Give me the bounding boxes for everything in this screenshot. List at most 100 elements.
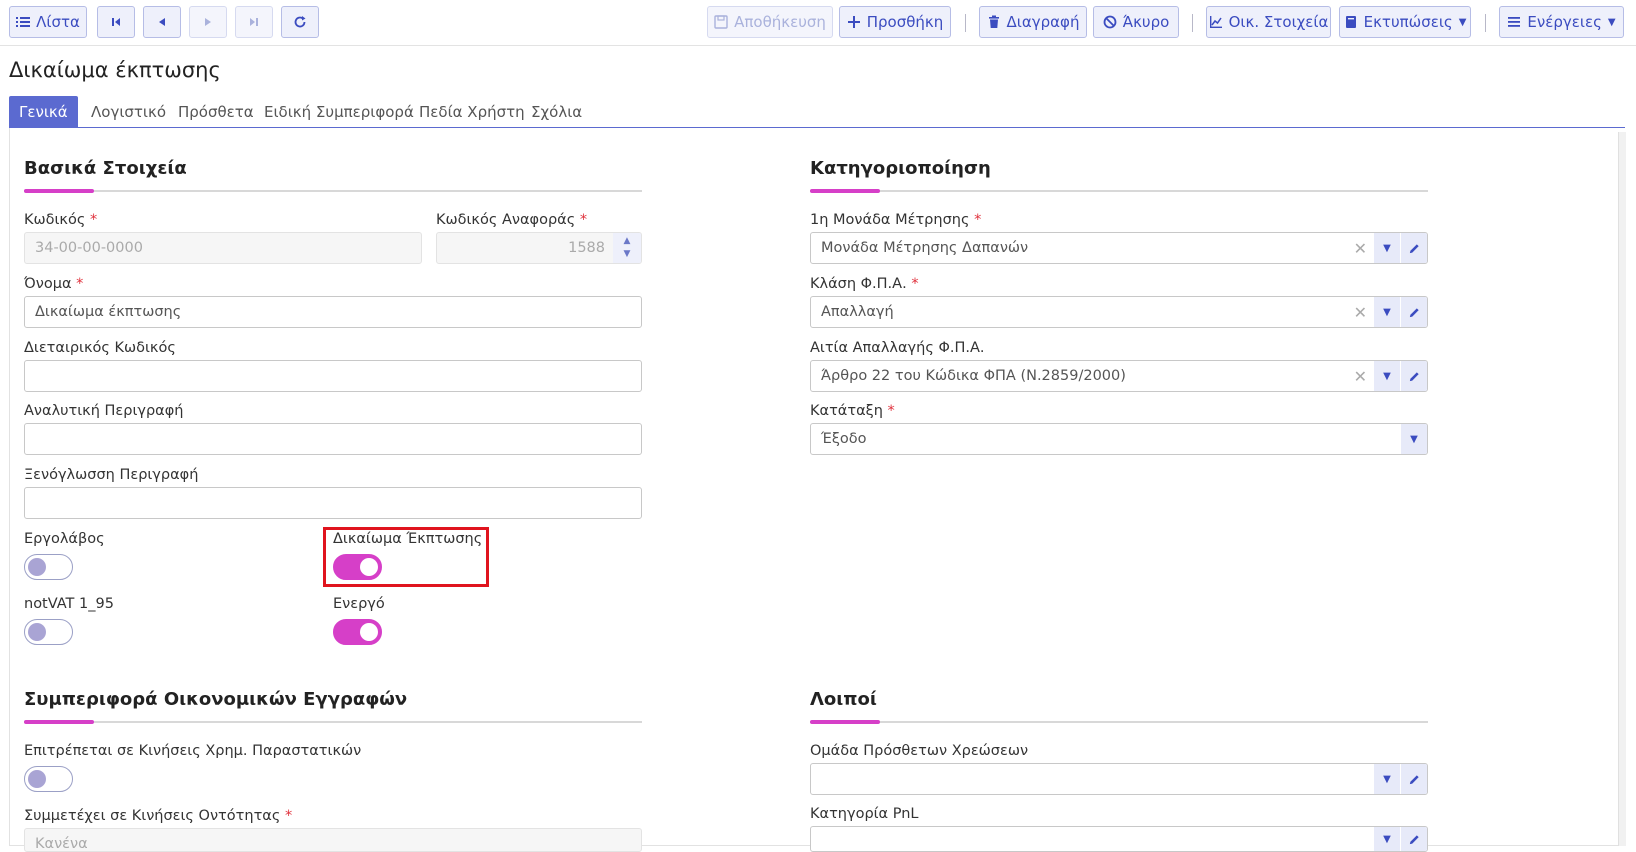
toolbar: Λίστα Αποθήκευση Προσθήκη Διαγραφή Άκυρο… [0,0,1636,46]
tab-comments[interactable]: Σχόλια [521,96,592,127]
category-select[interactable]: Έξοδο ▼ [810,423,1428,455]
dropdown-button[interactable]: ▼ [1374,361,1400,391]
contractor-label: Εργολάβος [24,531,105,547]
tab-user-fields[interactable]: Πεδία Χρήστη [409,96,535,127]
caret-down-icon: ▼ [1607,16,1616,28]
delete-button-label: Διαγραφή [1006,13,1080,31]
refresh-icon [294,16,306,28]
edit-button[interactable] [1401,233,1427,263]
edit-button[interactable] [1401,297,1427,327]
list-icon [16,17,31,27]
participates-value: Κανένα [35,836,88,852]
pencil-icon [1409,834,1419,844]
tab-general[interactable]: Γενικά [9,96,78,127]
add-button-label: Προσθήκη [866,13,944,31]
code-field[interactable]: 34-00-00-0000 [24,232,422,264]
cancel-button[interactable]: Άκυρο [1093,6,1179,38]
prints-dropdown[interactable]: Εκτυπώσεις ▼ [1339,6,1471,38]
section-title-behavior: Συμπεριφορά Οικονομικών Εγγραφών [24,689,408,710]
next-icon [205,18,211,26]
ref-code-label: Κωδικός Αναφοράς * [436,212,588,228]
financial-data-label: Οικ. Στοιχεία [1228,13,1329,31]
dropdown-button[interactable]: ▼ [1374,297,1400,327]
ref-code-value: 1588 [568,240,605,256]
vat-class-value: Απαλλαγή [821,304,894,320]
allowed-toggle[interactable] [24,766,73,792]
active-label: Ενεργό [333,596,385,612]
name-field[interactable]: Δικαίωμα έκπτωσης [24,296,642,328]
dropdown-button[interactable]: ▼ [1374,827,1400,851]
toolbar-separator [1485,14,1486,32]
charges-group-label: Ομάδα Πρόσθετων Χρεώσεων [810,743,1029,759]
section-divider [810,720,1428,724]
notvat-label: notVAT 1_95 [24,596,114,612]
page-title: Δικαίωμα έκπτωσης [9,58,221,82]
caret-down-icon: ▼ [1383,773,1391,785]
number-spinner[interactable]: ▲ ▼ [613,233,641,263]
previous-record-button[interactable] [143,6,181,38]
toolbar-separator [1192,14,1193,32]
spin-up-icon: ▲ [623,236,631,246]
detailed-description-label: Αναλυτική Περιγραφή [24,403,184,419]
section-divider [24,720,642,724]
code-label: Κωδικός * [24,212,98,228]
section-title-classification: Κατηγοριοποίηση [810,158,991,179]
caret-down-icon: ▼ [1383,242,1391,254]
plus-icon [847,16,860,28]
vat-exemption-select[interactable]: Άρθρο 22 του Κώδικα ΦΠΑ (Ν.2859/2000) ✕ … [810,360,1428,392]
edit-button[interactable] [1401,764,1427,794]
participates-select[interactable]: Κανένα [24,828,642,852]
add-button[interactable]: Προσθήκη [839,6,951,38]
prints-label: Εκτυπώσεις [1363,13,1453,31]
bars-icon [1508,17,1521,27]
list-button-label: Λίστα [36,13,80,31]
tab-accounting[interactable]: Λογιστικό [81,96,176,127]
list-button[interactable]: Λίστα [9,6,87,38]
financial-data-button[interactable]: Οικ. Στοιχεία [1206,6,1331,38]
charges-group-select[interactable]: ▼ [810,763,1428,795]
pencil-icon [1409,774,1419,784]
dropdown-button[interactable]: ▼ [1374,764,1400,794]
delete-button[interactable]: Διαγραφή [979,6,1087,38]
cancel-button-label: Άκυρο [1122,13,1170,31]
tab-special-behavior[interactable]: Ειδική Συμπεριφορά [254,96,424,127]
foreign-description-field[interactable] [24,487,642,519]
clear-icon[interactable]: ✕ [1354,303,1367,322]
actions-label: Ενέργειες [1527,13,1602,31]
dropdown-button[interactable]: ▼ [1374,233,1400,263]
notvat-toggle[interactable] [24,619,73,645]
caret-down-icon: ▼ [1410,433,1418,445]
first-record-button[interactable] [97,6,135,38]
ban-icon [1103,15,1117,29]
save-button[interactable]: Αποθήκευση [707,6,833,38]
save-icon [714,15,728,29]
next-record-button[interactable] [189,6,227,38]
previous-icon [159,18,165,26]
uom-select[interactable]: Μονάδα Μέτρησης Δαπανών ✕ ▼ [810,232,1428,264]
pnl-select[interactable]: ▼ [810,826,1428,852]
tab-additional[interactable]: Πρόσθετα [168,96,264,127]
detailed-description-field[interactable] [24,423,642,455]
caret-down-icon: ▼ [1383,306,1391,318]
chart-icon [1209,16,1222,28]
clear-icon[interactable]: ✕ [1354,239,1367,258]
edit-button[interactable] [1401,827,1427,851]
company-code-label: Διεταιρικός Κωδικός [24,340,176,356]
category-value: Έξοδο [821,431,867,447]
edit-button[interactable] [1401,361,1427,391]
last-record-button[interactable] [235,6,273,38]
vat-class-select[interactable]: Απαλλαγή ✕ ▼ [810,296,1428,328]
refresh-button[interactable] [281,6,319,38]
clear-icon[interactable]: ✕ [1354,367,1367,386]
company-code-field[interactable] [24,360,642,392]
scrollbar[interactable] [1618,132,1626,846]
contractor-toggle[interactable] [24,554,73,580]
active-toggle[interactable] [333,619,382,645]
foreign-description-label: Ξενόγλωσση Περιγραφή [24,467,199,483]
actions-dropdown[interactable]: Ενέργειες ▼ [1499,6,1624,38]
vat-class-label: Κλάση Φ.Π.Α. * [810,276,919,292]
dropdown-button[interactable]: ▼ [1401,424,1427,454]
spin-down-icon: ▼ [623,249,631,259]
allowed-label: Επιτρέπεται σε Κινήσεις Χρημ. Παραστατικ… [24,743,362,759]
ref-code-field[interactable]: 1588 ▲ ▼ [436,232,642,264]
